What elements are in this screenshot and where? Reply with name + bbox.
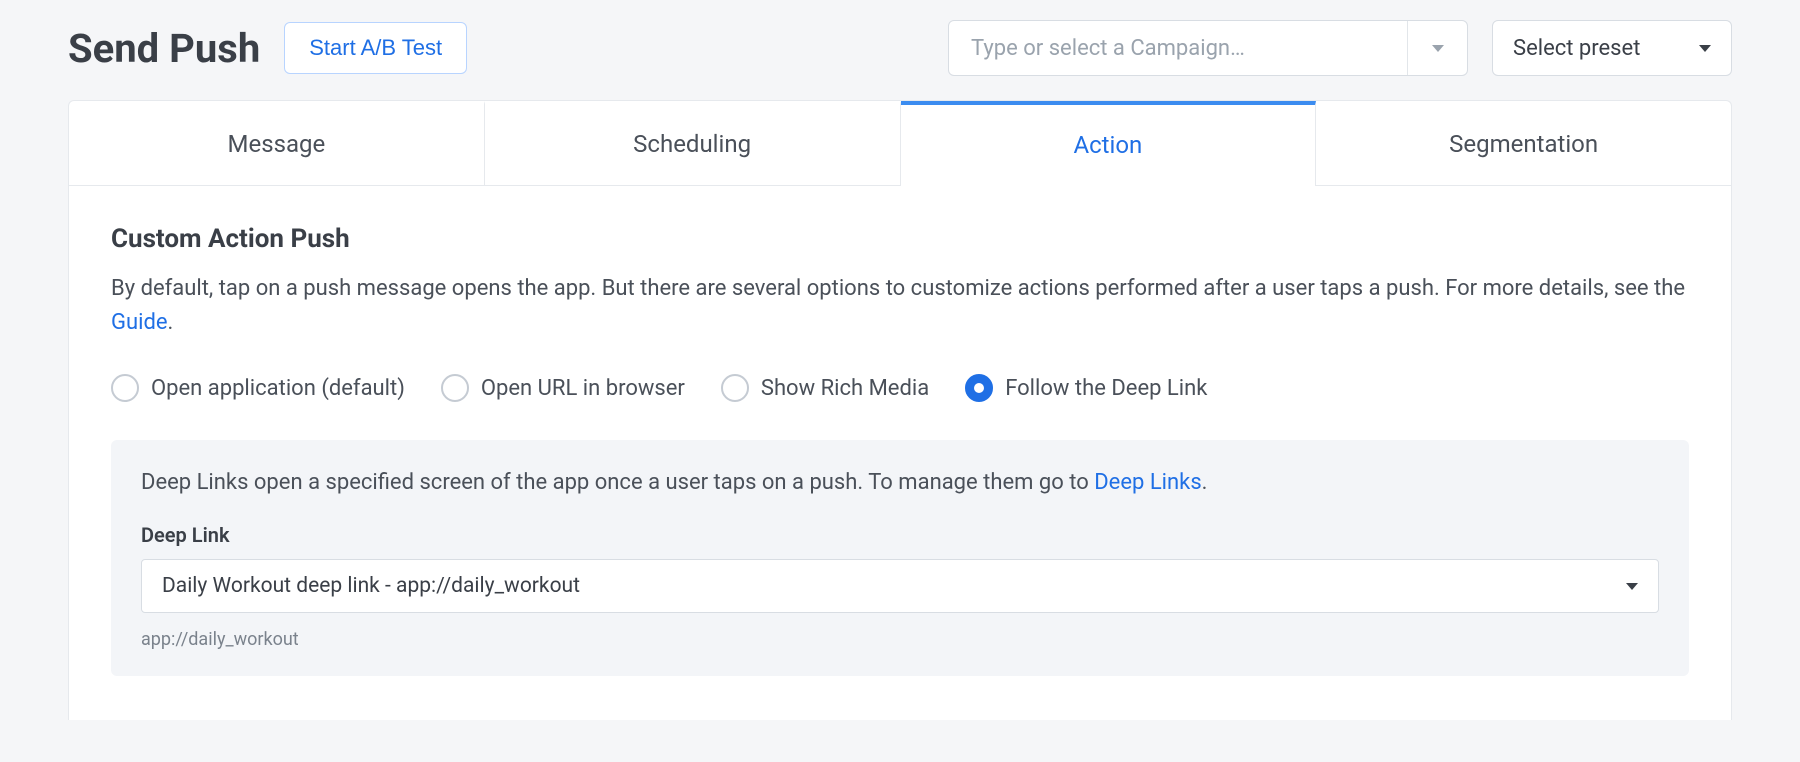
chevron-down-icon [1626, 583, 1638, 590]
campaign-placeholder: Type or select a Campaign… [949, 36, 1407, 61]
preset-placeholder: Select preset [1513, 36, 1640, 61]
radio-open-url[interactable]: Open URL in browser [441, 374, 685, 402]
radio-icon [111, 374, 139, 402]
radio-show-rich-media[interactable]: Show Rich Media [721, 374, 929, 402]
campaign-select[interactable]: Type or select a Campaign… [948, 20, 1468, 76]
radio-label: Show Rich Media [761, 376, 929, 401]
radio-follow-deep-link[interactable]: Follow the Deep Link [965, 374, 1207, 402]
tabs: Message Scheduling Action Segmentation [69, 101, 1731, 186]
main-card: Message Scheduling Action Segmentation C… [68, 100, 1732, 720]
section-description: By default, tap on a push message opens … [111, 272, 1689, 340]
desc-text: By default, tap on a push message opens … [111, 276, 1685, 301]
chevron-down-icon [1432, 45, 1444, 52]
panel-description: Deep Links open a specified screen of th… [141, 470, 1659, 495]
radio-icon [441, 374, 469, 402]
deep-links-link[interactable]: Deep Links [1094, 470, 1201, 495]
radio-icon [965, 374, 993, 402]
start-ab-test-button[interactable]: Start A/B Test [284, 22, 467, 74]
action-radio-group: Open application (default) Open URL in b… [111, 374, 1689, 402]
deep-link-field-label: Deep Link [141, 523, 1659, 547]
chevron-down-icon [1699, 45, 1711, 52]
tab-segmentation[interactable]: Segmentation [1316, 101, 1731, 185]
tab-action[interactable]: Action [901, 101, 1317, 185]
deep-link-panel: Deep Links open a specified screen of th… [111, 440, 1689, 676]
deep-link-hint: app://daily_workout [141, 629, 1659, 650]
preset-select[interactable]: Select preset [1492, 20, 1732, 76]
panel-desc-after: . [1202, 470, 1208, 495]
tab-content: Custom Action Push By default, tap on a … [69, 186, 1731, 720]
section-title: Custom Action Push [111, 224, 1689, 254]
guide-link[interactable]: Guide [111, 310, 168, 335]
page-title: Send Push [68, 25, 260, 72]
deep-link-selected-value: Daily Workout deep link - app://daily_wo… [162, 574, 580, 598]
tab-message[interactable]: Message [69, 101, 485, 185]
campaign-select-arrow [1407, 21, 1467, 75]
radio-label: Open URL in browser [481, 376, 685, 401]
radio-label: Open application (default) [151, 376, 405, 401]
panel-desc-text: Deep Links open a specified screen of th… [141, 470, 1094, 495]
radio-label: Follow the Deep Link [1005, 376, 1207, 401]
radio-icon [721, 374, 749, 402]
desc-after: . [168, 310, 174, 335]
radio-open-application[interactable]: Open application (default) [111, 374, 405, 402]
tab-scheduling[interactable]: Scheduling [485, 101, 901, 185]
deep-link-dropdown[interactable]: Daily Workout deep link - app://daily_wo… [141, 559, 1659, 613]
